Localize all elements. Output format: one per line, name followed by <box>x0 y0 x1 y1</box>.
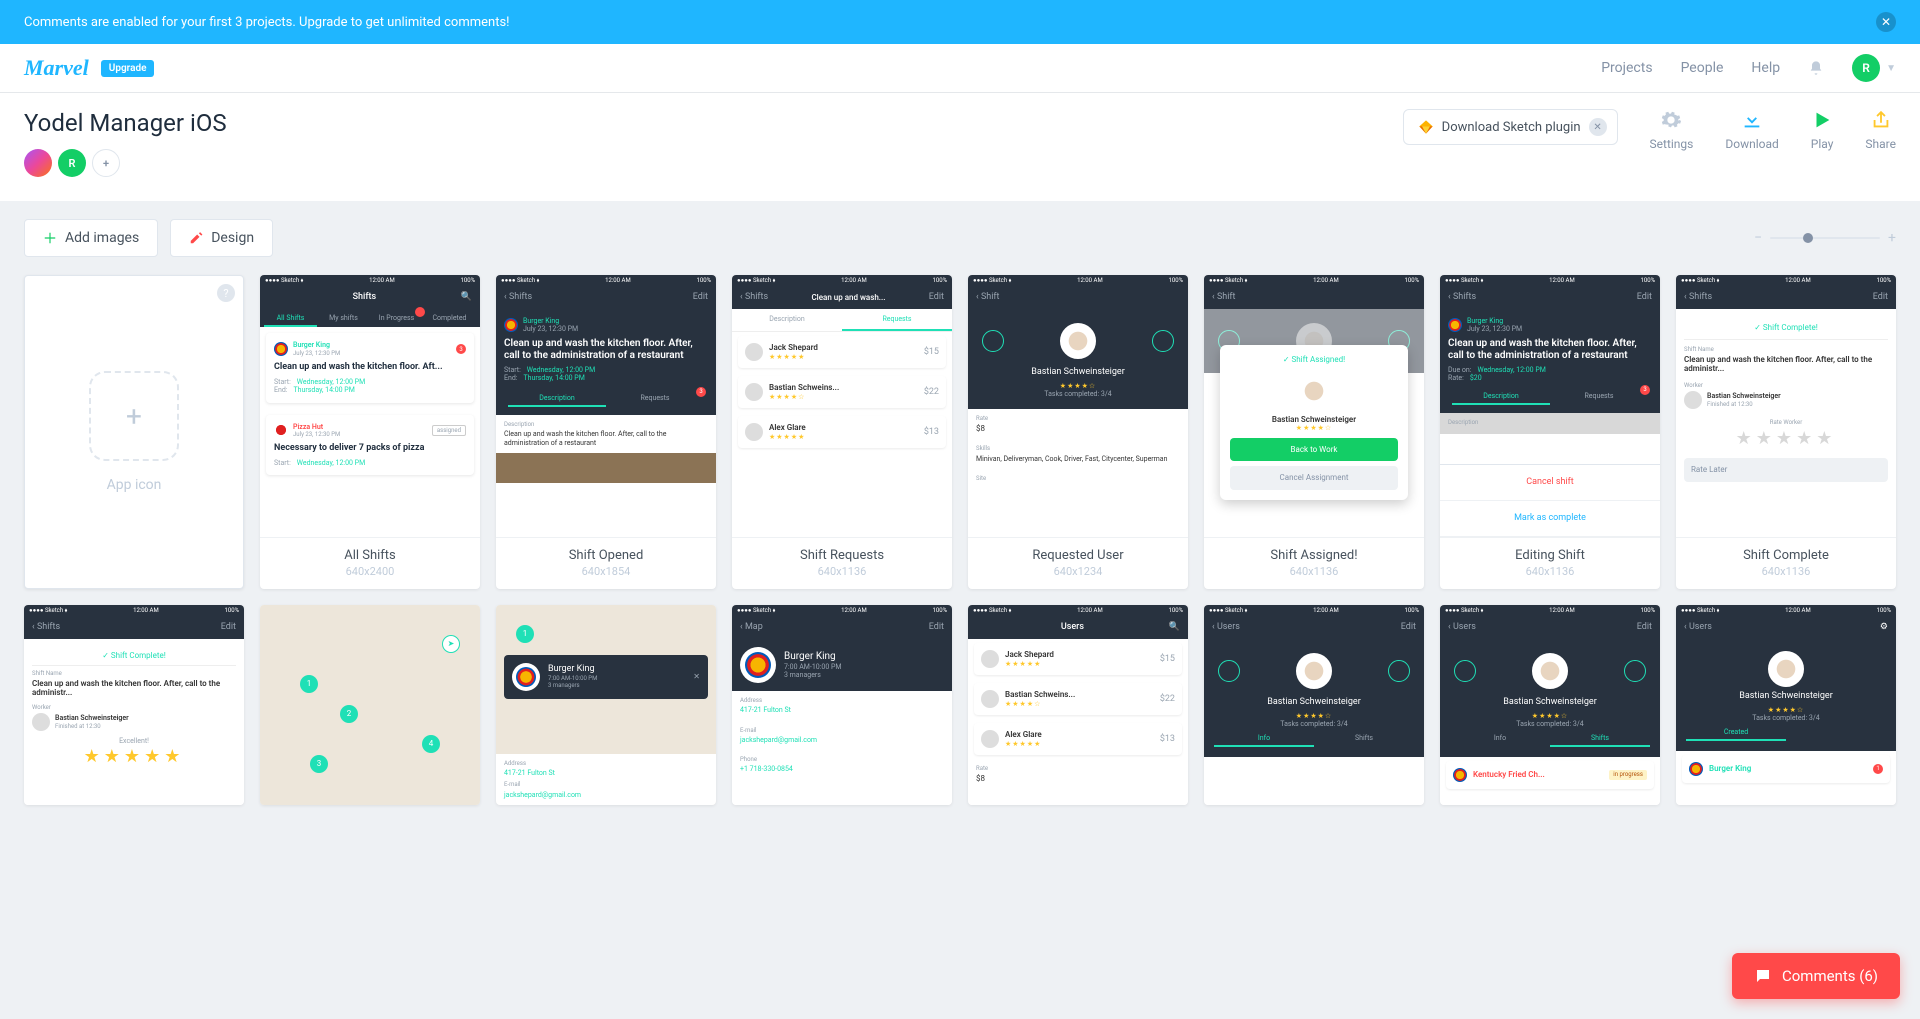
upgrade-button[interactable]: Upgrade <box>101 60 155 77</box>
download-action[interactable]: Download <box>1725 109 1778 151</box>
add-collaborator-button[interactable]: + <box>92 149 120 177</box>
header-actions: Download Sketch plugin ✕ Settings Downlo… <box>1403 109 1896 151</box>
pencil-icon <box>189 231 203 245</box>
project-title: Yodel Manager iOS <box>24 109 227 137</box>
screen-card[interactable]: ●●●● Sketch ⬧12:00 AM100% ‹ UsersEdit Ba… <box>1204 605 1424 805</box>
screen-grid: ? + App icon ●●●● Sketch ⬧12:00 AM100% S… <box>0 275 1920 905</box>
plus-icon <box>43 231 57 245</box>
close-icon[interactable]: ✕ <box>1589 118 1607 136</box>
design-button[interactable]: Design <box>170 219 273 257</box>
screen-card[interactable]: ●●●● Sketch ⬧12:00 AM100% ‹ Shift ✓ Shif… <box>1204 275 1424 589</box>
collaborators: R + <box>24 149 227 177</box>
zoom-in-icon[interactable]: + <box>1888 230 1896 246</box>
help-icon[interactable]: ? <box>217 284 235 302</box>
screen-card[interactable]: ●●●● Sketch ⬧12:00 AM100% Shifts🔍 All Sh… <box>260 275 480 589</box>
toolbar: Add images Design − + <box>0 201 1920 275</box>
banner-text: Comments are enabled for your first 3 pr… <box>24 15 510 30</box>
marvel-logo[interactable]: Marvel <box>24 55 89 81</box>
settings-action[interactable]: Settings <box>1650 109 1694 151</box>
user-avatar: R <box>1852 54 1880 82</box>
main-nav: Projects People Help R ▼ <box>1601 54 1896 82</box>
bell-icon[interactable] <box>1808 60 1824 76</box>
collab-avatar-2[interactable]: R <box>58 149 86 177</box>
project-header: Yodel Manager iOS R + Download Sketch pl… <box>0 93 1920 201</box>
screen-card[interactable]: ●●●● Sketch ⬧12:00 AM100% ‹ Shift Bastia… <box>968 275 1188 589</box>
comment-icon <box>1754 967 1772 985</box>
nav-people[interactable]: People <box>1681 60 1724 76</box>
screen-card[interactable]: ➤ 1 2 3 4 <box>260 605 480 805</box>
screen-card[interactable]: ●●●● Sketch ⬧12:00 AM100% ‹ ShiftsEdit B… <box>496 275 716 589</box>
screen-card[interactable]: ●●●● Sketch ⬧12:00 AM100% ‹ ShiftsEdit ✓… <box>1676 275 1896 589</box>
comments-button[interactable]: Comments (6) <box>1732 953 1900 999</box>
screen-card[interactable]: ●●●● Sketch ⬧12:00 AM100% Users🔍 Jack Sh… <box>968 605 1188 805</box>
share-icon <box>1870 109 1892 131</box>
screen-card[interactable]: ●●●● Sketch ⬧12:00 AM100% ‹ UsersEdit Ba… <box>1440 605 1660 805</box>
sketch-label: Download Sketch plugin <box>1442 120 1581 135</box>
zoom-control[interactable]: − + <box>1754 230 1896 246</box>
app-icon-label: App icon <box>107 477 162 493</box>
screen-card[interactable]: ●●●● Sketch ⬧12:00 AM100% ‹ ShiftsEdit ✓… <box>24 605 244 805</box>
sketch-plugin-pill[interactable]: Download Sketch plugin ✕ <box>1403 109 1618 145</box>
download-icon <box>1741 109 1763 131</box>
play-action[interactable]: Play <box>1811 109 1834 151</box>
user-menu[interactable]: R ▼ <box>1852 54 1896 82</box>
play-icon <box>1811 109 1833 131</box>
screen-card[interactable]: ●●●● Sketch ⬧12:00 AM100% ‹ ShiftsEdit B… <box>1440 275 1660 589</box>
plus-icon: + <box>126 400 142 433</box>
share-action[interactable]: Share <box>1865 109 1896 151</box>
comments-label: Comments (6) <box>1782 967 1878 985</box>
nav-projects[interactable]: Projects <box>1601 60 1652 76</box>
chevron-down-icon: ▼ <box>1886 63 1896 74</box>
zoom-slider[interactable] <box>1770 237 1880 239</box>
screen-card[interactable]: ●●●● Sketch ⬧12:00 AM100% ‹ Users⚙ Basti… <box>1676 605 1896 805</box>
zoom-out-icon[interactable]: − <box>1754 230 1762 246</box>
topbar: Marvel Upgrade Projects People Help R ▼ <box>0 44 1920 93</box>
upgrade-banner: Comments are enabled for your first 3 pr… <box>0 0 1920 44</box>
screen-card[interactable]: ●●●● Sketch ⬧12:00 AM100% ‹ ShiftsClean … <box>732 275 952 589</box>
add-images-button[interactable]: Add images <box>24 219 158 257</box>
banner-close-button[interactable]: ✕ <box>1876 12 1896 32</box>
collab-avatar-1[interactable] <box>24 149 52 177</box>
sketch-icon <box>1418 119 1434 135</box>
screen-card[interactable]: 1 Burger King7:00 AM-10:00 PM3 managers … <box>496 605 716 805</box>
screen-card[interactable]: ●●●● Sketch ⬧12:00 AM100% ‹ MapEdit Burg… <box>732 605 952 805</box>
gear-icon <box>1660 109 1682 131</box>
brand: Marvel Upgrade <box>24 55 154 81</box>
app-icon-card[interactable]: ? + App icon <box>24 275 244 589</box>
nav-help[interactable]: Help <box>1751 60 1780 76</box>
